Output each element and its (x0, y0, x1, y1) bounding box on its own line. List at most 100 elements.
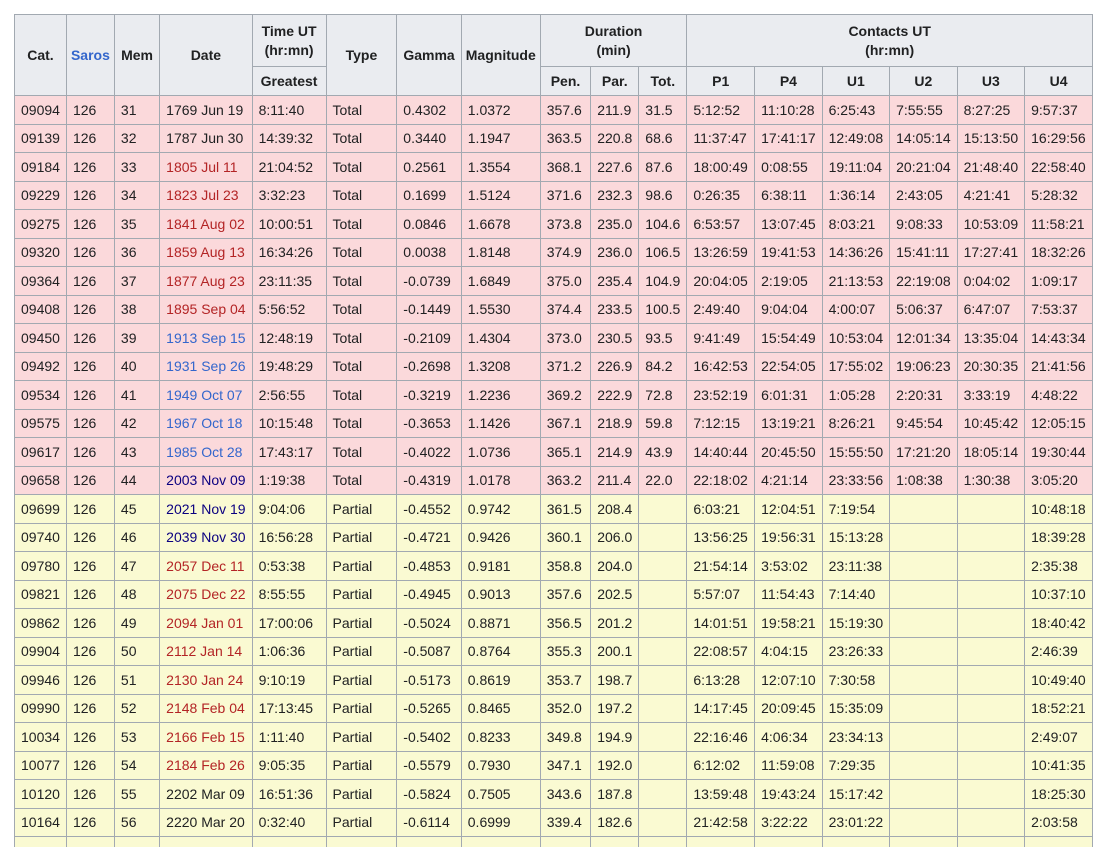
cell-tot (639, 666, 687, 695)
cell-gamma: 0.0846 (397, 210, 461, 239)
cell-gamma: -0.0739 (397, 267, 461, 296)
date-link[interactable]: 2166 Feb 15 (166, 729, 245, 745)
cell-magnitude: 0.8233 (461, 723, 540, 752)
cell-mem: 53 (114, 723, 159, 752)
cell-saros: 126 (66, 181, 114, 210)
date-link[interactable]: 1967 Oct 18 (166, 415, 242, 431)
date-link[interactable]: 2130 Jan 24 (166, 672, 243, 688)
date-link[interactable]: 2184 Feb 26 (166, 757, 245, 773)
cell-magnitude: 0.6999 (461, 808, 540, 837)
col-header-u1: U1 (822, 67, 890, 96)
cell-p4: 9:04:04 (755, 295, 823, 324)
cell-pen: 371.6 (540, 181, 590, 210)
table-row: 09184126331805 Jul 1121:04:52Total0.2561… (15, 153, 1093, 182)
cell-cat: 09450 (15, 324, 67, 353)
cell-tot (639, 552, 687, 581)
cell-pen: 349.8 (540, 723, 590, 752)
cell-greatest: 0:53:38 (252, 552, 326, 581)
col-header-p1: P1 (687, 67, 755, 96)
cell-saros: 126 (66, 666, 114, 695)
date-link[interactable]: 1949 Oct 07 (166, 387, 242, 403)
cell-u1: 8:26:21 (822, 409, 890, 438)
cell-pen: 358.8 (540, 552, 590, 581)
cell-p1: 14:40:44 (687, 438, 755, 467)
cell-saros: 126 (66, 267, 114, 296)
col-header-gamma: Gamma (397, 15, 461, 96)
cell-mem: 42 (114, 409, 159, 438)
saros-link[interactable]: Saros (71, 47, 110, 63)
cell-u1: 23:01:22 (822, 808, 890, 837)
date-link[interactable]: 2112 Jan 14 (166, 643, 242, 659)
cell-pen: 352.0 (540, 694, 590, 723)
cell-type: Total (326, 267, 397, 296)
date-link[interactable]: 1913 Sep 15 (166, 330, 245, 346)
cell-par: 218.9 (591, 409, 639, 438)
cell-gamma: -0.5824 (397, 780, 461, 809)
date-link[interactable]: 2094 Jan 01 (166, 615, 243, 631)
date-link[interactable]: 2057 Dec 11 (166, 558, 244, 574)
cell-date: 1931 Sep 26 (160, 352, 252, 381)
cell-saros: 126 (66, 466, 114, 495)
cell-p4: 15:54:49 (755, 324, 823, 353)
date-link[interactable]: 1805 Jul 11 (166, 159, 237, 175)
cell-p1: 13:56:25 (687, 523, 755, 552)
cell-p1: 9:41:49 (687, 324, 755, 353)
cell-greatest: 17:43:17 (252, 438, 326, 467)
cell-empty (160, 837, 252, 847)
cell-saros: 126 (66, 352, 114, 381)
cell-tot (639, 808, 687, 837)
cell-p4: 13:07:45 (755, 210, 823, 239)
cell-empty (326, 837, 397, 847)
col-header-p4: P4 (755, 67, 823, 96)
cell-u1: 7:14:40 (822, 580, 890, 609)
cell-type: Total (326, 295, 397, 324)
cell-mem: 35 (114, 210, 159, 239)
date-link[interactable]: 2039 Nov 30 (166, 529, 245, 545)
cell-date: 2184 Feb 26 (160, 751, 252, 780)
cell-greatest: 10:00:51 (252, 210, 326, 239)
cell-pen: 365.1 (540, 438, 590, 467)
cell-par: 227.6 (591, 153, 639, 182)
date-link[interactable]: 1841 Aug 02 (166, 216, 245, 232)
cell-tot: 59.8 (639, 409, 687, 438)
date-link[interactable]: 2148 Feb 04 (166, 700, 245, 716)
date-link[interactable]: 1931 Sep 26 (166, 358, 245, 374)
cell-type: Partial (326, 666, 397, 695)
date-link[interactable]: 1895 Sep 04 (166, 301, 245, 317)
date-link[interactable]: 1877 Aug 23 (166, 273, 245, 289)
cell-p4: 19:56:31 (755, 523, 823, 552)
table-row: 10077126542184 Feb 269:05:35Partial-0.55… (15, 751, 1093, 780)
cell-mem: 54 (114, 751, 159, 780)
cell-p1: 21:54:14 (687, 552, 755, 581)
cell-u3: 13:35:04 (957, 324, 1025, 353)
cell-magnitude: 0.7930 (461, 751, 540, 780)
cell-p1: 0:26:35 (687, 181, 755, 210)
cell-u1: 15:55:50 (822, 438, 890, 467)
date-link[interactable]: 2021 Nov 19 (166, 501, 245, 517)
cell-u4: 14:43:34 (1025, 324, 1093, 353)
cell-date: 1823 Jul 23 (160, 181, 252, 210)
cell-type: Total (326, 381, 397, 410)
date-link[interactable]: 2075 Dec 22 (166, 586, 245, 602)
date-link[interactable]: 1859 Aug 13 (166, 244, 245, 260)
cell-tot: 31.5 (639, 96, 687, 125)
date-link[interactable]: 2003 Nov 09 (166, 472, 245, 488)
cell-p1: 6:13:28 (687, 666, 755, 695)
cell-u1: 15:13:28 (822, 523, 890, 552)
cell-saros: 126 (66, 523, 114, 552)
cell-date: 2039 Nov 30 (160, 523, 252, 552)
cell-u3: 4:21:41 (957, 181, 1025, 210)
col-header-pen: Pen. (540, 67, 590, 96)
cell-gamma: -0.3653 (397, 409, 461, 438)
cell-par: 214.9 (591, 438, 639, 467)
date-link[interactable]: 1985 Oct 28 (166, 444, 242, 460)
cell-par: 198.7 (591, 666, 639, 695)
table-row: 09575126421967 Oct 1810:15:48Total-0.365… (15, 409, 1093, 438)
date-link[interactable]: 1823 Jul 23 (166, 187, 238, 203)
cell-u2: 2:20:31 (890, 381, 958, 410)
cell-cat: 09534 (15, 381, 67, 410)
cell-type: Partial (326, 780, 397, 809)
cell-mem: 36 (114, 238, 159, 267)
cell-tot (639, 495, 687, 524)
cell-tot: 84.2 (639, 352, 687, 381)
